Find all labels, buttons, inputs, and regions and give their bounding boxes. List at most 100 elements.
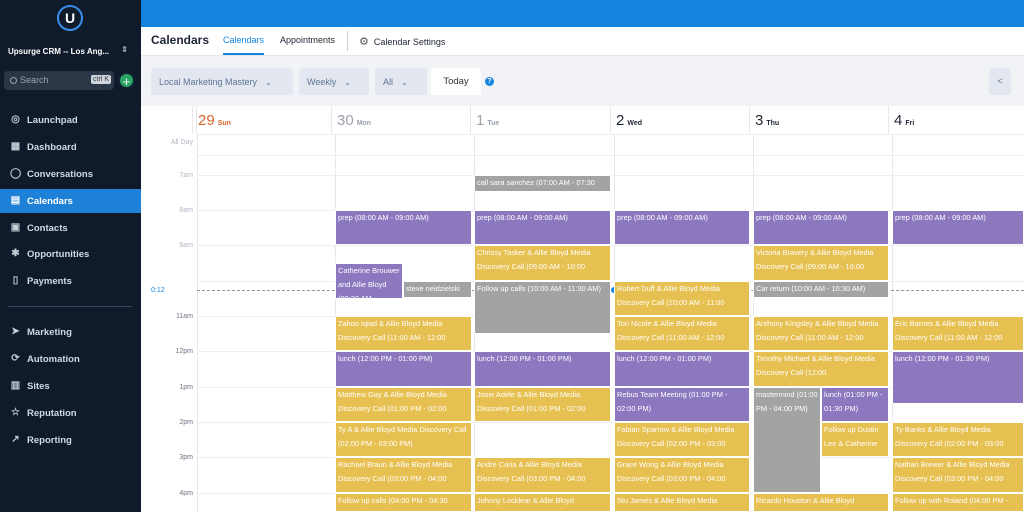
calendar-event[interactable]: Nathan Brewer & Allie Bloyd Media Discov…	[892, 457, 1024, 493]
location-switcher[interactable]: Upsurge CRM -- Los Ang... ⇕	[4, 41, 134, 63]
calendar-event[interactable]: Rachael Braun & Allie Bloyd Media Discov…	[335, 457, 472, 493]
calendar-event[interactable]: Robert Duff & Allie Bloyd Media Discover…	[614, 281, 750, 316]
sidebar-item-payments[interactable]: ▯ Payments	[0, 269, 141, 293]
day-number: 3	[755, 112, 764, 129]
calendar-event[interactable]: Catherine Brouwer and Allie Bloyd (09:30…	[335, 263, 403, 299]
calendar-toolbar: Local Marketing Mastery ⌄ Weekly ⌄ All ⌄ To…	[141, 56, 1024, 106]
prev-week-button[interactable]: <	[989, 68, 1011, 95]
sidebar-item-marketing[interactable]: ➤ Marketing	[0, 320, 141, 344]
calendar-event[interactable]: Timothy Michael & Allie Bloyd Media Disc…	[753, 351, 889, 387]
sites-icon: ▥	[10, 380, 21, 391]
chat-icon: ◯	[10, 168, 22, 179]
calendar-event[interactable]: Matthew Gay & Allie Bloyd Media Discover…	[335, 387, 472, 422]
day-header-thu: 3 Thu	[749, 106, 888, 134]
page-header: Calendars Calendars Appointments ⚙ Calend…	[141, 27, 1024, 56]
time-label: 7am	[179, 172, 193, 179]
calendar-event[interactable]: Follow up calls (10:00 AM - 11:30 AM)	[474, 281, 611, 334]
calendar-event[interactable]: Eric Barnes & Allie Bloyd Media Discover…	[892, 316, 1024, 351]
app-logo: U	[57, 5, 83, 31]
sidebar-item-reporting[interactable]: ↗ Reporting	[0, 428, 141, 452]
calendar-event[interactable]: Zahoo Iqlad & Allie Bloyd Media Discover…	[335, 316, 472, 351]
day-header-mon: 30 Mon	[331, 106, 470, 134]
calendar-event[interactable]: Josie Adele & Allie Bloyd Media Discover…	[474, 387, 611, 422]
calendar-event[interactable]: lunch (12:00 PM - 01:00 PM)	[474, 351, 611, 387]
search-icon	[10, 77, 17, 84]
calendar-event[interactable]: prep (08:00 AM - 09:00 AM)	[892, 210, 1024, 245]
sidebar-item-conversations[interactable]: ◯ Conversations	[0, 162, 141, 186]
calendar-select-value: Local Marketing Mastery	[159, 77, 258, 87]
calendar-event[interactable]: prep (08:00 AM - 09:00 AM)	[474, 210, 611, 245]
location-name: Upsurge CRM -- Los Ang...	[8, 47, 110, 56]
payments-icon: ▯	[12, 275, 19, 286]
chart-icon: ↗	[11, 434, 20, 445]
calendar-event[interactable]: prep (08:00 AM - 09:00 AM)	[335, 210, 472, 245]
sidebar-item-label: Sites	[27, 381, 50, 392]
calendar-event[interactable]: Ty A & Allie Bloyd Media Discovery Call …	[335, 422, 472, 457]
sidebar-item-sites[interactable]: ▥ Sites	[0, 374, 141, 398]
calendar-event[interactable]: Victoria Bravery & Allie Bloyd Media Dis…	[753, 245, 889, 281]
calendar-event[interactable]: steve neidzielski	[403, 281, 472, 298]
sidebar-item-reputation[interactable]: ☆ Reputation	[0, 401, 141, 425]
calendar-select[interactable]: Local Marketing Mastery ⌄	[151, 68, 293, 95]
calendar-event[interactable]: prep (08:00 AM - 09:00 AM)	[614, 210, 750, 245]
calendar-event[interactable]: Stu James & Allie Bloyd Media	[614, 493, 750, 512]
time-label: 2pm	[179, 419, 193, 426]
sidebar-divider	[8, 306, 132, 307]
tab-calendar-settings[interactable]: ⚙ Calendar Settings	[359, 35, 445, 48]
day-header-tue: 1 Tue	[470, 106, 609, 134]
day-header-fri: 4 Fri	[888, 106, 1024, 134]
calendar-event[interactable]: lunch (12:00 PM - 01:00 PM)	[614, 351, 750, 387]
sidebar-item-label: Launchpad	[27, 115, 78, 126]
contacts-icon: ▣	[10, 222, 21, 233]
day-name: Thu	[766, 120, 780, 127]
top-bar	[141, 0, 1024, 27]
calendar-event[interactable]: Chrissy Tasker & Allie Bloyd Media Disco…	[474, 245, 611, 281]
filter-select[interactable]: All ⌄	[375, 68, 427, 95]
calendar-event[interactable]: Johnny Locklear & Allie Bloyd	[474, 493, 611, 512]
quick-add-button[interactable]: +	[118, 72, 135, 89]
calendar-event[interactable]: Andre Caria & Allie Bloyd Media Discover…	[474, 457, 611, 493]
today-button[interactable]: Today	[431, 68, 481, 95]
calendar-event[interactable]: lunch (01:00 PM - 01:30 PM)	[821, 387, 889, 422]
calendar-event[interactable]: Grace Wong & Allie Bloyd Media Discovery…	[614, 457, 750, 493]
search-placeholder: Search	[20, 75, 49, 85]
time-label: 12pm	[175, 348, 193, 355]
sidebar-item-label: Contacts	[27, 223, 68, 234]
calendar-event[interactable]: prep (08:00 AM - 09:00 AM)	[753, 210, 889, 245]
chevron-down-icon: ⌄	[344, 78, 352, 87]
sidebar-item-label: Conversations	[27, 169, 93, 180]
sidebar-item-opportunities[interactable]: ✱ Opportunities	[0, 242, 141, 266]
time-gutter-header	[141, 106, 197, 134]
calendar-event[interactable]: lunch (12:00 PM - 01:30 PM)	[892, 351, 1024, 404]
calendar-event[interactable]: Ricardo Houston & Allie Bloyd	[753, 493, 889, 512]
calendar-event[interactable]: call sara sanchez (07:00 AM - 07:30	[474, 175, 611, 192]
day-name: Tue	[487, 120, 500, 127]
calendar-event[interactable]: Follow up with Roland (04:00 PM -	[892, 493, 1024, 512]
tab-calendars[interactable]: Calendars	[223, 35, 265, 55]
switcher-chevron-icon: ⇕	[121, 45, 128, 54]
search-input[interactable]: Search ctrl K	[4, 71, 114, 90]
calendar-event[interactable]: Car return (10:00 AM - 10:30 AM)	[753, 281, 889, 298]
sidebar-item-calendars[interactable]: ▤ Calendars	[0, 189, 141, 213]
calendar-event[interactable]: Fabian Sparrow & Allie Bloyd Media Disco…	[614, 422, 750, 457]
calendar-event[interactable]: Anthony Kingsley & Allie Bloyd Media Dis…	[753, 316, 889, 351]
calendar-event[interactable]: Tori Nicole & Allie Bloyd Media Discover…	[614, 316, 750, 351]
time-label: 1pm	[179, 384, 193, 391]
sidebar-item-label: Automation	[27, 354, 80, 365]
calendar-event[interactable]: mastermind (01:00 PM - 04:00 PM)	[753, 387, 821, 493]
day-number: 1	[476, 112, 485, 129]
current-time-label: 0:12	[151, 287, 165, 294]
calendar-event[interactable]: Follow up calls (04:00 PM - 04:30	[335, 493, 472, 512]
calendar-event[interactable]: Ty Banks & Allie Bloyd Media Discovery C…	[892, 422, 1024, 457]
sidebar-item-launchpad[interactable]: ◎ Launchpad	[0, 108, 141, 132]
calendar-event[interactable]: Follow up Dustin Lee & Catherine	[821, 422, 889, 457]
day-header-sun: 29 Sun	[192, 106, 331, 134]
calendar-event[interactable]: Rebus Team Meeting (01:00 PM - 02:00 PM)	[614, 387, 750, 422]
view-select[interactable]: Weekly ⌄	[299, 68, 369, 95]
sidebar-item-automation[interactable]: ⟳ Automation	[0, 347, 141, 371]
help-icon[interactable]: ?	[485, 77, 494, 86]
sidebar-item-dashboard[interactable]: ▦ Dashboard	[0, 135, 141, 159]
sidebar-item-contacts[interactable]: ▣ Contacts	[0, 216, 141, 240]
tab-appointments[interactable]: Appointments	[280, 35, 335, 45]
calendar-event[interactable]: lunch (12:00 PM - 01:00 PM)	[335, 351, 472, 387]
